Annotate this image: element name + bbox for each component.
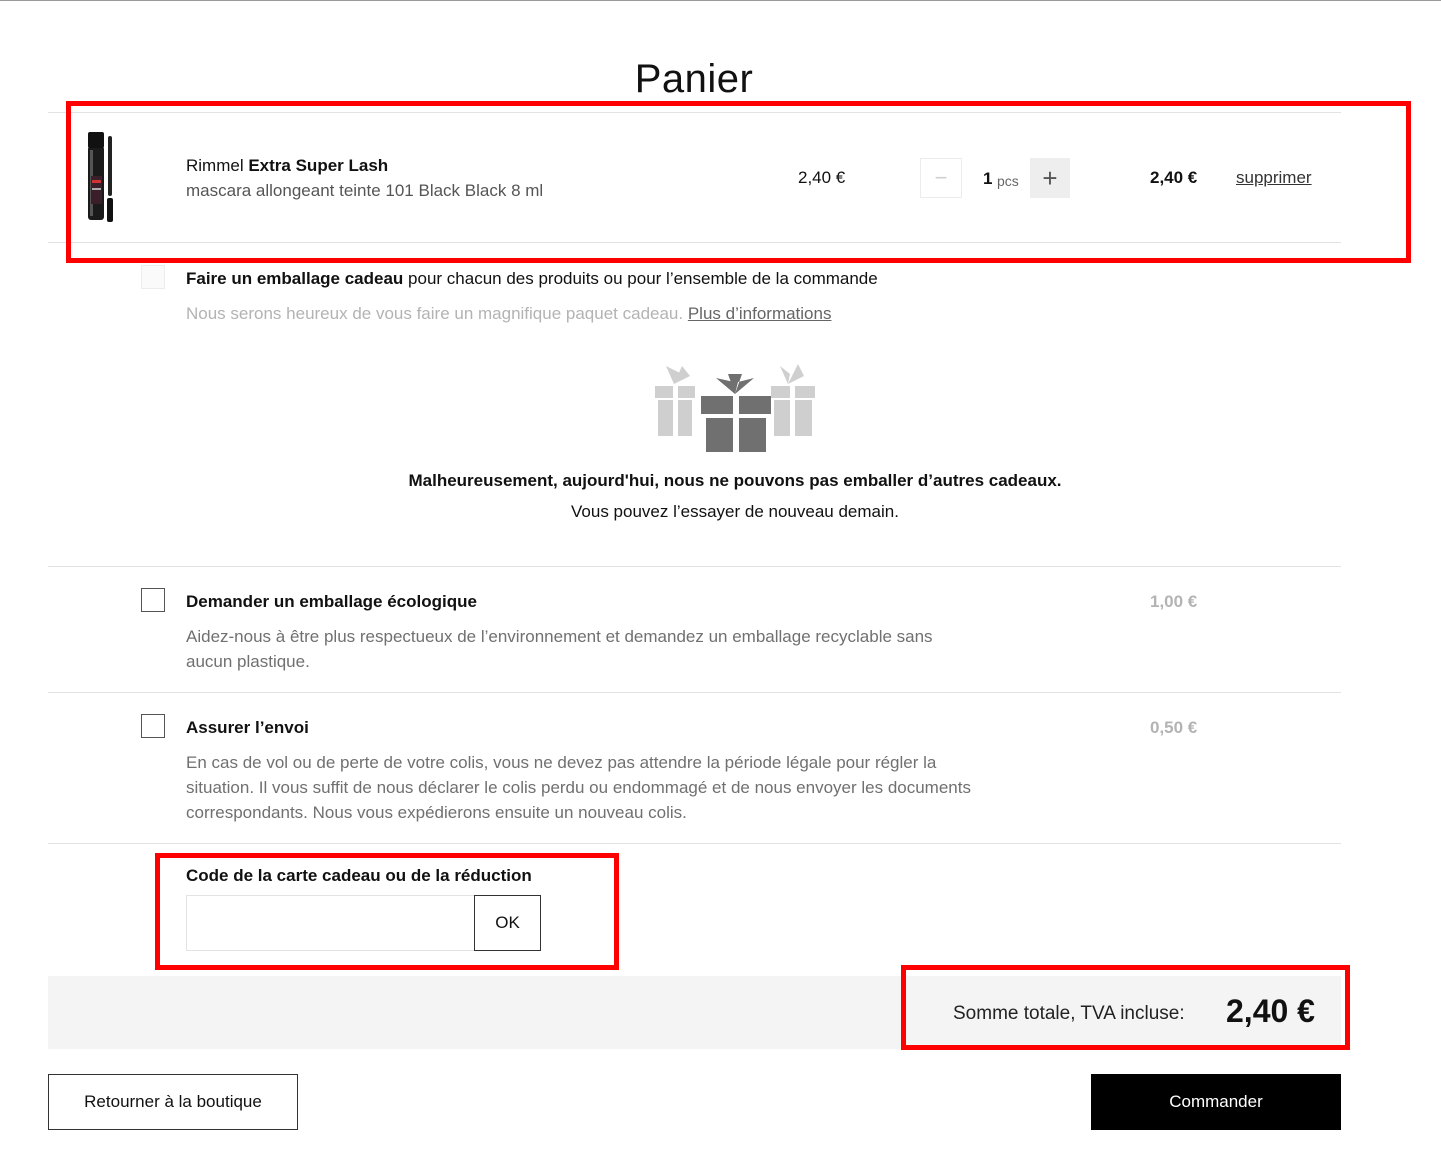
insurance-title-text: Assurer l’envoi <box>186 718 309 737</box>
page-title: Panier <box>634 56 754 101</box>
gift-wrap-description-text: Nous serons heureux de vous faire un mag… <box>186 304 688 323</box>
divider <box>48 843 1341 844</box>
insurance-description-line: correspondants. Nous vous expédierons en… <box>186 803 687 822</box>
insurance-price: 0,50 € <box>1150 718 1198 737</box>
gift-wrap-checkbox[interactable] <box>141 265 165 289</box>
back-to-shop-button[interactable]: Retourner à la boutique <box>48 1074 298 1130</box>
gift-wrap-title-bold: Faire un emballage cadeau <box>186 269 404 288</box>
eco-packaging-title-text: Demander un emballage écologique <box>186 592 477 611</box>
line-total: 2,40 € <box>1150 168 1198 187</box>
eco-packaging-checkbox[interactable] <box>141 588 165 612</box>
gift-wrap-unavailable-subtitle: Vous pouvez l’essayer de nouveau demain. <box>571 502 899 521</box>
divider <box>48 566 1341 567</box>
total-label: Somme totale, TVA incluse: <box>953 1003 1185 1024</box>
divider <box>48 112 1341 113</box>
divider <box>48 692 1341 693</box>
quantity-unit: pcs <box>997 173 1019 189</box>
voucher-code-input[interactable] <box>186 895 475 951</box>
voucher-ok-button[interactable]: OK <box>474 895 541 951</box>
more-info-link[interactable]: Plus d’informations <box>688 304 832 323</box>
insurance-description-line: En cas de vol ou de perte de votre colis… <box>186 753 937 772</box>
gift-wrap-title: Faire un emballage cadeau pour chacun de… <box>186 269 878 289</box>
total-value: 2,40 € <box>1226 993 1315 1029</box>
gift-boxes-icon <box>655 364 815 452</box>
product-image[interactable] <box>80 128 122 226</box>
eco-packaging-price: 1,00 € <box>1150 592 1198 611</box>
gift-wrap-description: Nous serons heureux de vous faire un mag… <box>186 301 831 326</box>
insurance-title: Assurer l’envoi <box>186 718 309 738</box>
eco-packaging-description-line: aucun plastique. <box>186 652 310 671</box>
top-border <box>0 0 1441 1</box>
gift-wrap-unavailable-title: Malheureusement, aujourd'hui, nous ne po… <box>408 471 1062 490</box>
product-name: Extra Super Lash <box>248 156 389 175</box>
order-button[interactable]: Commander <box>1091 1074 1341 1130</box>
product-title[interactable]: Rimmel Extra Super Lash <box>186 156 388 176</box>
quantity-value: 1 <box>983 169 993 188</box>
insurance-checkbox[interactable] <box>141 714 165 738</box>
insurance-description: En cas de vol ou de perte de votre colis… <box>186 750 971 825</box>
voucher-label: Code de la carte cadeau ou de la réducti… <box>186 866 532 885</box>
increase-quantity-button[interactable]: + <box>1030 158 1070 198</box>
eco-packaging-description-line: Aidez-nous à être plus respectueux de l’… <box>186 627 933 646</box>
decrease-quantity-button[interactable]: − <box>920 158 962 198</box>
eco-packaging-description: Aidez-nous à être plus respectueux de l’… <box>186 624 933 674</box>
product-brand: Rimmel <box>186 156 244 175</box>
unit-price: 2,40 € <box>798 168 846 187</box>
product-description: mascara allongeant teinte 101 Black Blac… <box>186 181 544 200</box>
eco-packaging-title: Demander un emballage écologique <box>186 592 477 612</box>
remove-item-link[interactable]: supprimer <box>1236 168 1312 188</box>
gift-wrap-title-rest: pour chacun des produits ou pour l’ensem… <box>403 269 878 288</box>
insurance-description-line: situation. Il vous suffit de nous déclar… <box>186 778 971 797</box>
divider <box>48 242 1341 243</box>
